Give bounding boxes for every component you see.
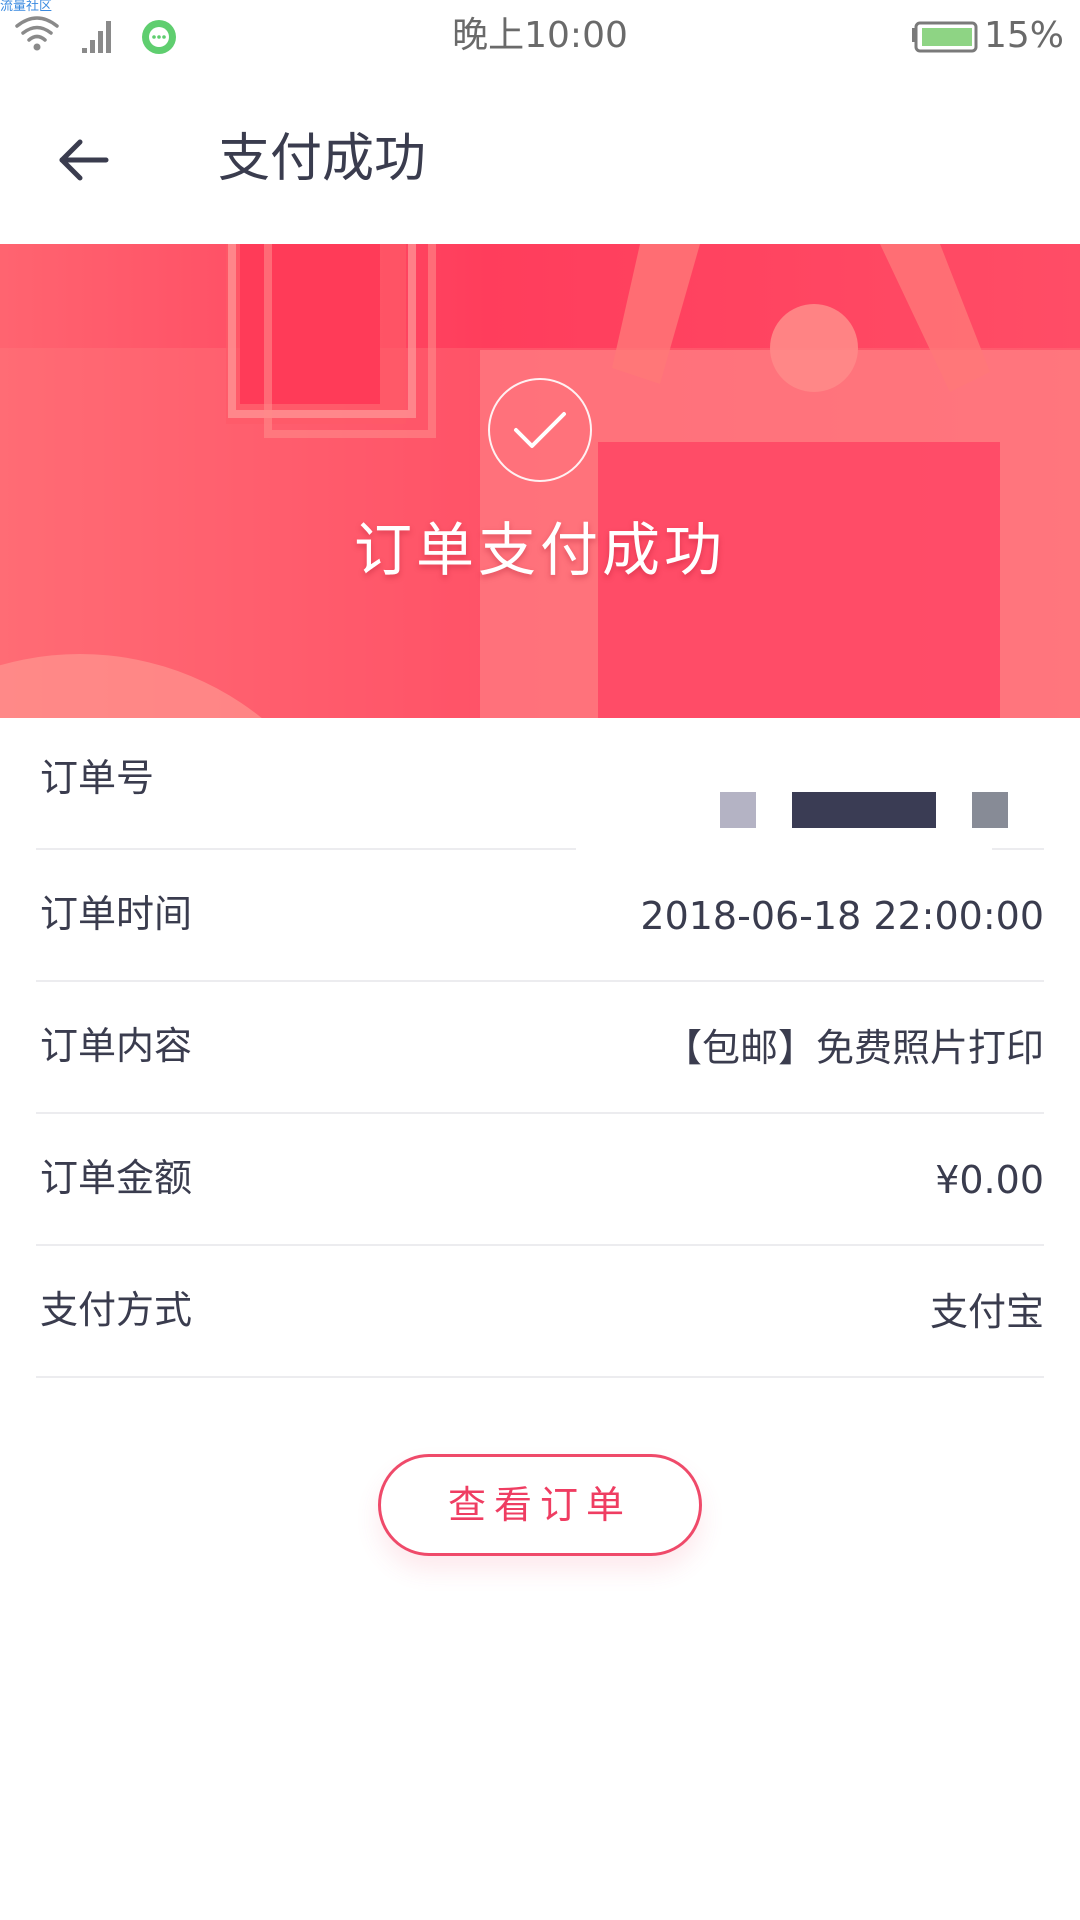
redacted-block — [792, 792, 936, 828]
order-info-list: 订单号 订单时间 2018-06-18 22:00:00 订单内容 【包邮】免费… — [36, 718, 1044, 1378]
success-check-icon — [488, 378, 592, 482]
redacted-block — [972, 792, 1008, 828]
payment-method-row: 支付方式 支付宝 — [36, 1246, 1044, 1378]
view-order-button[interactable]: 查看订单 — [378, 1454, 702, 1556]
payment-method-value: 支付宝 — [929, 1290, 1044, 1334]
success-title: 订单支付成功 — [353, 516, 726, 584]
back-arrow-icon[interactable] — [56, 132, 112, 188]
success-banner: 订单支付成功 — [0, 244, 1080, 718]
battery-icon — [912, 21, 978, 53]
order-amount-row: 订单金额 ¥0.00 — [36, 1114, 1044, 1246]
payment-method-label: 支付方式 — [40, 1288, 193, 1332]
order-time-row: 订单时间 2018-06-18 22:00:00 — [36, 850, 1044, 982]
order-time-label: 订单时间 — [40, 892, 193, 936]
navigation-header: 支付成功 — [0, 74, 1080, 244]
order-amount-label: 订单金额 — [40, 1156, 193, 1200]
status-bar: 晚上10:00 15% — [0, 0, 1080, 74]
order-number-label: 订单号 — [40, 756, 155, 800]
order-amount-value: ¥0.00 — [935, 1158, 1044, 1202]
order-content-value: 【包邮】免费照片打印 — [663, 1026, 1044, 1070]
order-time-value: 2018-06-18 22:00:00 — [640, 894, 1044, 938]
order-content-label: 订单内容 — [40, 1024, 193, 1068]
order-content-row: 订单内容 【包邮】免费照片打印 — [36, 982, 1044, 1114]
battery-percentage: 15% — [983, 15, 1064, 56]
order-number-row: 订单号 — [36, 718, 1044, 850]
page-title: 支付成功 — [218, 129, 427, 189]
redacted-block — [720, 792, 756, 828]
